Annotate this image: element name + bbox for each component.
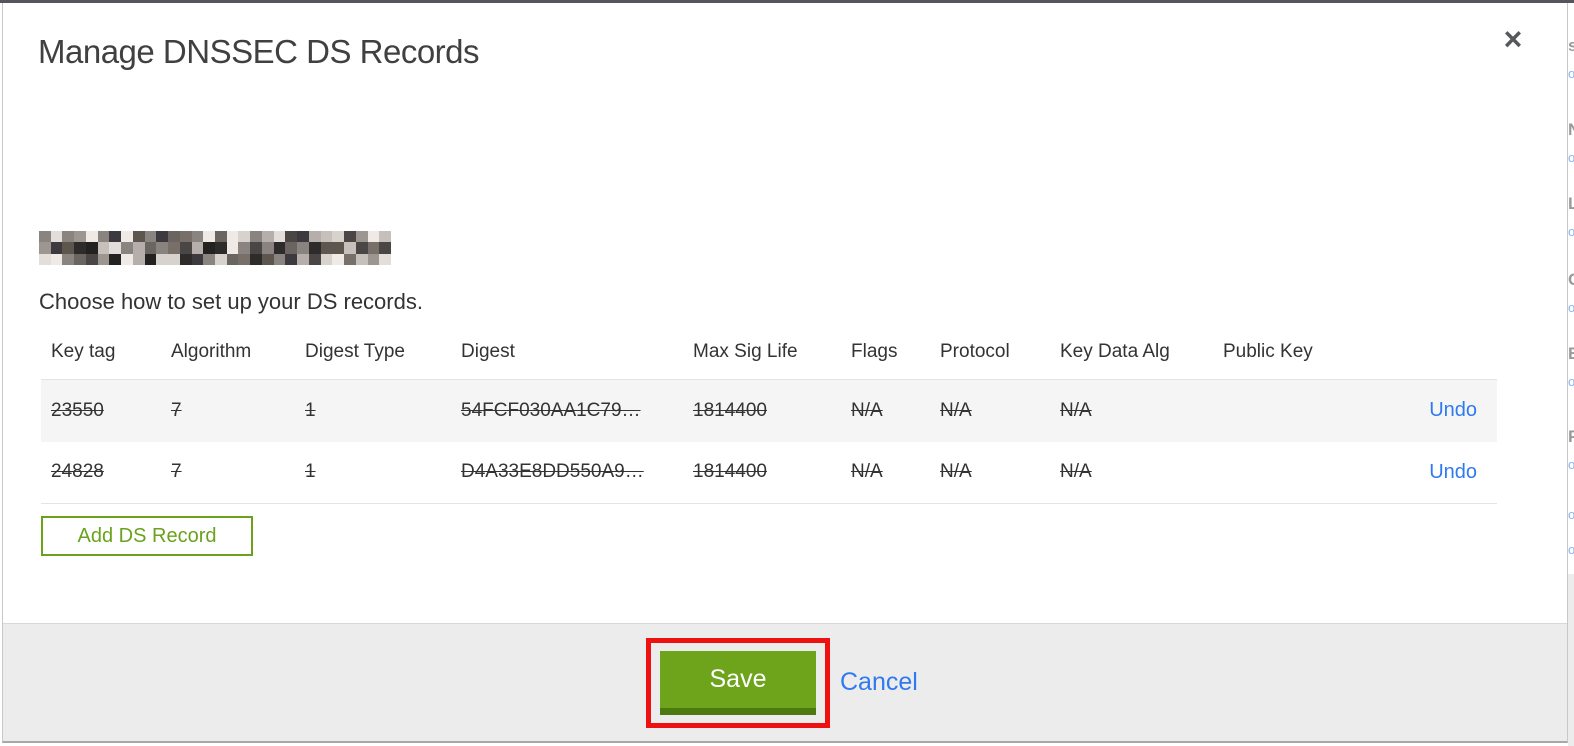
table-header-row: Key tag Algorithm Digest Type Digest Max…: [41, 333, 1497, 380]
window-top-edge: [0, 0, 1574, 3]
page-title: Manage DNSSEC DS Records: [38, 33, 480, 70]
close-button[interactable]: ×: [1495, 21, 1531, 57]
background-text-fragment: o: [1568, 374, 1574, 389]
background-page-strip: soNoLoCoEoPooo: [1568, 3, 1574, 746]
background-text-fragment: E: [1568, 344, 1574, 363]
cell-key-tag: 24828: [51, 461, 104, 483]
cell-digest-type: 1: [305, 399, 316, 421]
cell-algorithm: 7: [171, 461, 182, 483]
cell-protocol: N/A: [940, 461, 972, 483]
background-text-fragment: o: [1568, 542, 1574, 557]
table-row: 23550 7 1 54FCF030AA1C79… 1814400 N/A N/…: [41, 379, 1497, 442]
table-row: 24828 7 1 D4A33E8DD550A9… 1814400 N/A N/…: [41, 441, 1497, 504]
background-page-footer: [1568, 574, 1574, 746]
column-header-protocol: Protocol: [940, 341, 1010, 362]
background-text-fragment: o: [1568, 300, 1574, 315]
column-header-digest: Digest: [461, 341, 515, 362]
column-header-max-sig-life: Max Sig Life: [693, 341, 798, 362]
cancel-link[interactable]: Cancel: [840, 668, 918, 697]
background-text-fragment: L: [1568, 194, 1574, 213]
add-ds-record-button[interactable]: Add DS Record: [41, 516, 253, 556]
column-header-flags: Flags: [851, 341, 898, 362]
cell-digest-type: 1: [305, 461, 316, 483]
undo-link[interactable]: Undo: [1429, 399, 1477, 421]
manage-dnssec-modal: Manage DNSSEC DS Records × Choose how to…: [2, 3, 1568, 743]
background-text-fragment: o: [1568, 224, 1574, 239]
background-text-fragment: o: [1568, 457, 1574, 472]
cell-public-key: [1223, 442, 1373, 504]
background-text-fragment: N: [1568, 121, 1574, 138]
cell-public-key: [1223, 380, 1373, 442]
background-text-fragment: P: [1568, 427, 1574, 446]
background-text-fragment: o: [1568, 507, 1574, 522]
cell-flags: N/A: [851, 461, 883, 483]
close-icon: ×: [1503, 21, 1523, 57]
column-header-actions: [1373, 333, 1497, 380]
cell-max-sig-life: 1814400: [693, 461, 767, 483]
cell-digest: 54FCF030AA1C79…: [461, 399, 641, 421]
column-header-key-data-alg: Key Data Alg: [1060, 341, 1170, 362]
cell-key-data-alg: N/A: [1060, 399, 1092, 421]
column-header-key-tag: Key tag: [51, 341, 116, 362]
save-highlight-annotation: Save: [646, 637, 830, 728]
undo-link[interactable]: Undo: [1429, 461, 1477, 483]
column-header-digest-type: Digest Type: [305, 341, 405, 362]
background-text-fragment: o: [1568, 150, 1574, 165]
redacted-domain: [39, 231, 391, 265]
cell-key-tag: 23550: [51, 399, 104, 421]
cell-key-data-alg: N/A: [1060, 461, 1092, 483]
background-text-fragment: s: [1568, 36, 1574, 55]
instruction-text: Choose how to set up your DS records.: [39, 289, 423, 314]
column-header-public-key: Public Key: [1223, 341, 1313, 362]
modal-footer: Save Cancel: [3, 623, 1567, 741]
column-header-algorithm: Algorithm: [171, 341, 252, 362]
cell-max-sig-life: 1814400: [693, 399, 767, 421]
cell-digest: D4A33E8DD550A9…: [461, 461, 644, 483]
background-text-fragment: o: [1568, 66, 1574, 81]
background-text-fragment: C: [1568, 271, 1574, 288]
save-button[interactable]: Save: [660, 650, 816, 715]
ds-records-table: Key tag Algorithm Digest Type Digest Max…: [41, 333, 1497, 504]
cell-flags: N/A: [851, 399, 883, 421]
cell-protocol: N/A: [940, 399, 972, 421]
cell-algorithm: 7: [171, 399, 182, 421]
